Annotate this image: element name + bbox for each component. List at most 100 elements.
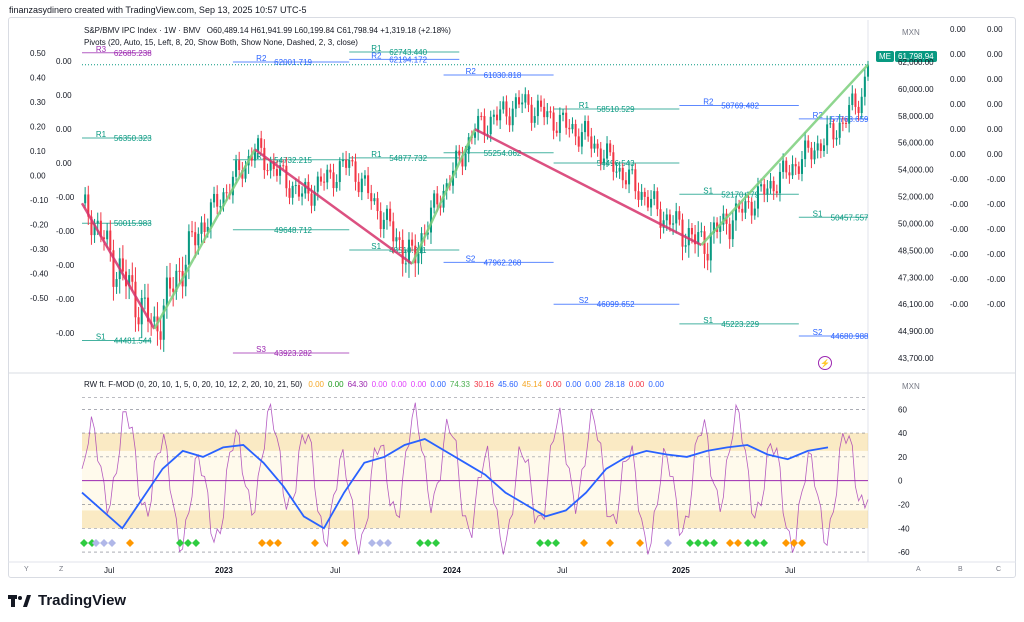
signal-diamond: [184, 539, 192, 547]
candle-body: [684, 245, 687, 247]
candle-body: [319, 176, 322, 182]
candle-body: [826, 124, 829, 146]
candle-body: [624, 180, 627, 185]
pivot-value: 62194.172: [389, 55, 427, 64]
candle-body: [646, 196, 649, 208]
candle-body: [800, 159, 803, 174]
candle-body: [285, 165, 288, 189]
button-a[interactable]: A: [916, 566, 921, 573]
left-scale-label: -0.50: [30, 294, 49, 303]
candle-body: [763, 184, 766, 195]
candle-body: [552, 112, 555, 131]
candle-body: [618, 167, 621, 172]
left-scale-label: -0.40: [30, 270, 49, 279]
left-scale-label: -0.10: [30, 196, 49, 205]
pivot-value: 58769.482: [721, 101, 759, 110]
candle-body: [687, 227, 690, 246]
upper-band: [82, 433, 868, 451]
candle-body: [395, 237, 398, 242]
left-scale-label: 0.00: [56, 125, 72, 134]
pivot-label: R1: [371, 150, 382, 159]
pivot-label: S2: [813, 328, 823, 337]
osc-tick-label: 0: [898, 477, 903, 486]
candle-body: [741, 208, 744, 213]
candle-body: [363, 175, 366, 179]
candle-body: [263, 147, 266, 171]
signal-diamond: [760, 539, 768, 547]
candle-body: [634, 169, 637, 192]
time-tick-label: 2024: [443, 566, 461, 575]
candle-body: [602, 158, 605, 164]
candle-body: [398, 237, 401, 240]
candle-body: [813, 150, 816, 160]
button-y[interactable]: Y: [24, 566, 29, 573]
candle-body: [681, 219, 684, 247]
tradingview-logo[interactable]: TradingView: [8, 592, 126, 609]
right-scale-label: -0.00: [950, 250, 969, 259]
candle-body: [606, 143, 609, 159]
osc-tick-label: -20: [898, 500, 910, 509]
pivot-label: R3: [96, 45, 107, 54]
left-scale-label: 0.00: [56, 159, 72, 168]
candle-body: [543, 106, 546, 118]
button-b[interactable]: B: [958, 566, 963, 573]
candle-body: [172, 288, 175, 292]
candle-body: [385, 208, 388, 220]
candle-body: [235, 160, 238, 177]
button-c[interactable]: C: [996, 566, 1001, 573]
candle-body: [505, 101, 508, 117]
candle-body: [747, 201, 750, 203]
candle-body: [571, 123, 574, 130]
pivot-label: R1: [96, 130, 107, 139]
pivot-label: S1: [813, 209, 823, 218]
candle-body: [109, 230, 112, 251]
candle-body: [769, 180, 772, 189]
pivot-label: R2: [371, 51, 382, 60]
right-scale-label: -0.00: [950, 300, 969, 309]
candle-body: [650, 198, 653, 208]
candle-body: [791, 164, 794, 176]
candle-body: [860, 96, 863, 114]
pivot-value: 44680.988: [831, 332, 869, 341]
candle-body: [555, 130, 558, 133]
candle-body: [656, 191, 659, 210]
candle-body: [178, 270, 181, 272]
candle-body: [546, 111, 549, 118]
right-scale-label: -0.00: [987, 275, 1006, 284]
candle-body: [499, 109, 502, 121]
pivot-value: 47962.268: [484, 258, 522, 267]
osc-tick-label: -60: [898, 548, 910, 557]
candle-body: [584, 121, 587, 133]
right-scale-label: 0.00: [987, 75, 1003, 84]
candle-body: [392, 221, 395, 242]
candle-body: [291, 185, 294, 198]
signal-diamond: [341, 539, 349, 547]
left-scale-label: 0.20: [30, 123, 46, 132]
candle-body: [744, 201, 747, 213]
candle-body: [540, 100, 543, 107]
candle-body: [810, 147, 813, 160]
button-z[interactable]: Z: [59, 566, 63, 573]
candle-body: [615, 171, 618, 173]
left-scale-label: -0.00: [56, 295, 75, 304]
candle-body: [96, 220, 99, 224]
candle-body: [216, 193, 219, 207]
signal-diamond: [432, 539, 440, 547]
chart-plot[interactable]: 62,000.00 60,000.00 58,000.00 56,000.00 54,0…: [0, 0, 1024, 622]
candle-body: [143, 297, 146, 299]
candle-body: [370, 193, 373, 202]
signal-diamond: [710, 539, 718, 547]
time-tick-label: Jul: [330, 566, 340, 575]
candle-body: [807, 140, 810, 148]
candle-body: [562, 112, 565, 115]
candle-body: [782, 160, 785, 172]
brand-name: TradingView: [38, 592, 127, 609]
right-scale-label: 0.00: [950, 25, 966, 34]
candle-body: [436, 193, 439, 205]
left-scale-label: -0.00: [56, 329, 75, 338]
signal-diamond: [544, 539, 552, 547]
left-scale-label: 0.10: [30, 147, 46, 156]
candle-body: [288, 188, 291, 198]
right-scale-label: 0.00: [987, 100, 1003, 109]
pivot-label: S1: [703, 186, 713, 195]
